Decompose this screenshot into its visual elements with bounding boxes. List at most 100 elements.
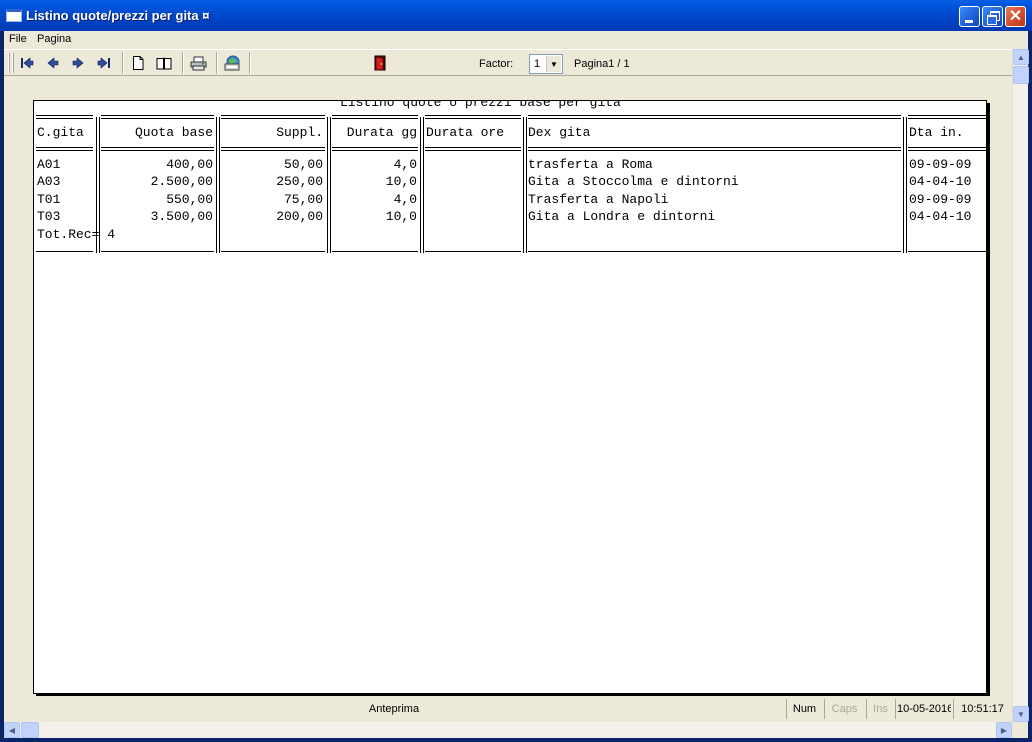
column-separator xyxy=(420,117,424,253)
vertical-scroll-thumb[interactable] xyxy=(1013,66,1029,84)
cell-gg: 10,0 xyxy=(385,174,417,189)
cell-gg: 10,0 xyxy=(385,209,417,224)
status-ins: Ins xyxy=(866,699,894,719)
header-quota: Quota base xyxy=(134,125,213,140)
printer-icon xyxy=(190,56,206,70)
vertical-scrollbar[interactable]: ▲ ▼ xyxy=(1012,49,1029,722)
cell-dex: trasferta a Roma xyxy=(528,157,653,172)
status-date: 10-05-2016 xyxy=(895,699,951,719)
column-separator xyxy=(903,117,907,253)
header-cgita: C.gita xyxy=(37,125,84,140)
toolbar-separator xyxy=(216,52,218,74)
toolbar-separator xyxy=(182,52,184,74)
header-dta: Dta in. xyxy=(909,125,964,140)
chevron-down-icon[interactable]: ▼ xyxy=(546,56,561,72)
scroll-right-button[interactable]: ▶ xyxy=(996,722,1012,738)
page-indicator: Pagina1 / 1 xyxy=(574,58,630,70)
horizontal-scroll-thumb[interactable] xyxy=(21,722,39,738)
scrollbar-corner xyxy=(1012,722,1028,738)
cell-suppl: 250,00 xyxy=(276,174,323,189)
cell-suppl: 200,00 xyxy=(276,209,323,224)
print-preview-area[interactable]: Listino quote o prezzi base per gita C.g… xyxy=(4,76,1012,696)
cell-suppl: 75,00 xyxy=(283,192,323,207)
cell-quota: 2.500,00 xyxy=(150,174,213,189)
window-icon xyxy=(6,9,22,22)
status-bar: Anteprima Num Caps Ins 10-05-2016 10:51:… xyxy=(4,696,1012,722)
two-pages-icon xyxy=(156,57,172,69)
toolbar-grip[interactable] xyxy=(8,53,10,73)
single-page-icon xyxy=(133,56,144,70)
window-title: Listino quote/prezzi per gita ¤ xyxy=(26,8,210,23)
menu-file[interactable]: File xyxy=(9,33,27,45)
restore-button[interactable] xyxy=(982,6,1003,27)
cell-quota: 550,00 xyxy=(166,192,213,207)
header-durata-gg: Durata gg xyxy=(346,125,417,140)
report-table: Listino quote o prezzi base per gita C.g… xyxy=(34,101,986,301)
header-dex: Dex gita xyxy=(528,125,591,140)
toolbar: Factor: 1 ▼ Pagina1 / 1 xyxy=(4,49,1012,76)
cell-dex: Gita a Londra e dintorni xyxy=(528,209,716,224)
two-pages-button[interactable] xyxy=(154,53,174,73)
cell-code: A03 xyxy=(37,174,61,189)
last-page-button[interactable] xyxy=(94,53,114,73)
toolbar-separator xyxy=(122,52,124,74)
cell-dex: Trasferta a Napoli xyxy=(528,192,669,207)
report-page: Listino quote o prezzi base per gita C.g… xyxy=(33,100,987,694)
chevron-right-icon: ▶ xyxy=(1000,725,1008,735)
menu-pagina[interactable]: Pagina xyxy=(37,33,71,45)
cell-quota: 3.500,00 xyxy=(150,209,213,224)
total-records: Tot.Rec= 4 xyxy=(37,227,116,242)
column-separator xyxy=(216,117,220,253)
cell-suppl: 50,00 xyxy=(283,157,323,172)
last-page-icon xyxy=(97,57,110,69)
cell-gg: 4,0 xyxy=(393,192,417,207)
close-icon: ✕ xyxy=(1008,8,1023,25)
chevron-up-icon: ▲ xyxy=(1017,52,1025,62)
exit-door-icon xyxy=(374,55,386,71)
app-window: Listino quote/prezzi per gita ¤ ✕ File P… xyxy=(0,0,1032,742)
toolbar-separator xyxy=(249,52,251,74)
first-page-button[interactable] xyxy=(17,53,37,73)
scroll-up-button[interactable]: ▲ xyxy=(1013,49,1029,65)
status-main: Anteprima xyxy=(368,703,420,715)
cell-dta: 04-04-10 xyxy=(909,209,972,224)
cell-dta: 09-09-09 xyxy=(909,157,972,172)
chevron-down-icon: ▼ xyxy=(1017,709,1025,719)
menu-bar: File Pagina xyxy=(4,31,1028,49)
cell-code: A01 xyxy=(37,157,61,172)
close-button[interactable]: ✕ xyxy=(1005,6,1026,27)
cell-dex: Gita a Stoccolma e dintorni xyxy=(528,174,739,189)
column-separator xyxy=(523,117,527,253)
horizontal-scrollbar[interactable]: ◀ ▶ xyxy=(4,722,1012,738)
cell-code: T03 xyxy=(37,209,61,224)
minimize-button[interactable] xyxy=(959,6,980,27)
cell-quota: 400,00 xyxy=(166,157,213,172)
header-suppl: Suppl. xyxy=(276,125,323,140)
print-button[interactable] xyxy=(188,53,208,73)
cell-code: T01 xyxy=(37,192,61,207)
exit-button[interactable] xyxy=(370,53,390,73)
status-caps: Caps xyxy=(824,699,864,719)
column-separator xyxy=(327,117,331,253)
column-durata-ore xyxy=(425,101,521,253)
status-time: 10:51:17 xyxy=(953,699,1011,719)
scroll-down-button[interactable]: ▼ xyxy=(1013,706,1029,722)
title-bar[interactable]: Listino quote/prezzi per gita ¤ ✕ xyxy=(0,0,1032,31)
toolbar-grip[interactable] xyxy=(12,53,14,73)
cell-dta: 09-09-09 xyxy=(909,192,972,207)
scroll-left-button[interactable]: ◀ xyxy=(4,722,20,738)
factor-label: Factor: xyxy=(479,58,514,70)
single-page-button[interactable] xyxy=(128,53,148,73)
next-page-button[interactable] xyxy=(68,53,88,73)
factor-select[interactable]: 1 ▼ xyxy=(529,54,563,74)
chevron-left-icon: ◀ xyxy=(8,725,16,735)
export-button[interactable] xyxy=(222,53,242,73)
factor-value: 1 xyxy=(534,58,541,70)
export-icon xyxy=(224,55,239,71)
cell-gg: 4,0 xyxy=(393,157,417,172)
status-num: Num xyxy=(786,699,822,719)
next-page-icon xyxy=(72,57,84,69)
previous-page-button[interactable] xyxy=(43,53,63,73)
cell-dta: 04-04-10 xyxy=(909,174,972,189)
previous-page-icon xyxy=(47,57,59,69)
